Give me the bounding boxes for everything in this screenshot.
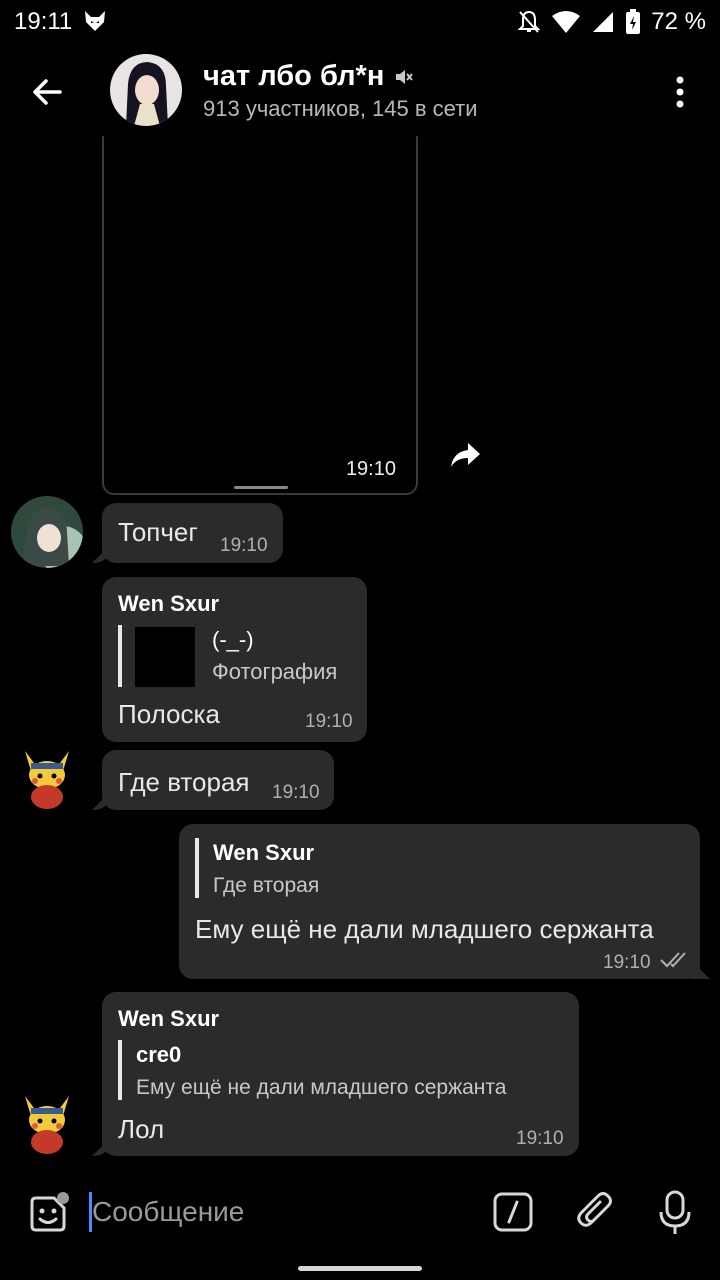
share-icon[interactable]	[448, 440, 482, 470]
chat-title: чат лбо бл*н	[203, 60, 385, 92]
message-author: Wen Sxur	[118, 591, 220, 616]
message-time: 19:10	[220, 535, 268, 556]
message-bubble[interactable]: Где вторая 19:10	[102, 750, 334, 810]
double-check-icon	[660, 952, 686, 968]
sender-avatar[interactable]	[11, 496, 83, 568]
chat-subtitle: 913 участников, 145 в сети	[203, 96, 478, 121]
message-time: 19:10	[345, 458, 396, 480]
status-bar: 19:11 72 %	[0, 0, 720, 44]
home-indicator	[298, 1266, 422, 1271]
message-time: 19:10	[272, 782, 320, 803]
muted-icon	[396, 69, 414, 84]
media-progress-bar	[234, 486, 288, 489]
attach-paperclip-icon[interactable]	[576, 1190, 616, 1234]
chat-avatar[interactable]	[110, 54, 182, 126]
microphone-icon[interactable]	[658, 1190, 692, 1236]
battery-percent: 72 %	[651, 8, 706, 35]
outgoing-message-bubble[interactable]: Wen Sxur Где вторая Ему ещё не дали млад…	[179, 824, 700, 979]
message-time: 19:10	[305, 711, 353, 732]
message-text: Лол	[118, 1114, 165, 1144]
message-text: Полоска	[118, 699, 220, 729]
quote-author: cre0	[136, 1042, 182, 1067]
reply-quote[interactable]: (-_-) Фотография	[118, 625, 353, 687]
message-time: 19:10	[603, 952, 651, 973]
quote-title: (-_-)	[212, 627, 254, 652]
message-author: Wen Sxur	[118, 1006, 220, 1031]
message-input[interactable]: Сообщение	[92, 1196, 244, 1228]
quote-text: Ему ещё не дали младшего сержанта	[136, 1076, 507, 1099]
quote-photo-thumbnail	[135, 627, 195, 687]
battery-icon	[626, 9, 641, 34]
reply-quote[interactable]: Wen Sxur Где вторая	[195, 838, 675, 898]
message-time: 19:10	[516, 1128, 564, 1149]
signal-icon	[593, 12, 614, 32]
notifications-off-icon	[517, 10, 541, 33]
message-text: Топчег	[118, 517, 198, 547]
message-list[interactable]: 19:10 Топчег 19:10 Wen Sxur (-_-) Фотогр…	[0, 136, 720, 1170]
message-text: Где вторая	[118, 767, 250, 797]
back-arrow-icon[interactable]	[24, 68, 72, 116]
more-vert-icon[interactable]	[668, 72, 692, 112]
chat-title-row[interactable]: чат лбо бл*н	[203, 60, 414, 93]
quote-text: Фотография	[212, 659, 338, 684]
message-text: Ему ещё не дали младшего сержанта	[195, 914, 654, 944]
status-time: 19:11	[14, 8, 73, 35]
fox-icon	[85, 11, 105, 31]
quote-text: Где вторая	[213, 874, 320, 897]
wifi-icon	[552, 11, 581, 33]
message-bubble[interactable]: Топчег 19:10	[102, 503, 283, 563]
reply-quote[interactable]: cre0 Ему ещё не дали младшего сержанта	[118, 1040, 568, 1100]
sender-avatar[interactable]	[11, 741, 83, 813]
sticker-emoji-icon[interactable]	[26, 1192, 70, 1236]
sender-avatar[interactable]	[11, 1086, 83, 1158]
bot-commands-icon[interactable]	[493, 1192, 533, 1232]
quote-author: Wen Sxur	[213, 840, 315, 865]
message-bubble[interactable]: Wen Sxur (-_-) Фотография Полоска 19:10	[102, 577, 367, 742]
chat-header: чат лбо бл*н 913 участников, 145 в сети	[0, 44, 720, 136]
message-input-bar: Сообщение	[0, 1170, 720, 1280]
media-message[interactable]: 19:10	[102, 136, 418, 495]
message-bubble[interactable]: Wen Sxur cre0 Ему ещё не дали младшего с…	[102, 992, 579, 1156]
